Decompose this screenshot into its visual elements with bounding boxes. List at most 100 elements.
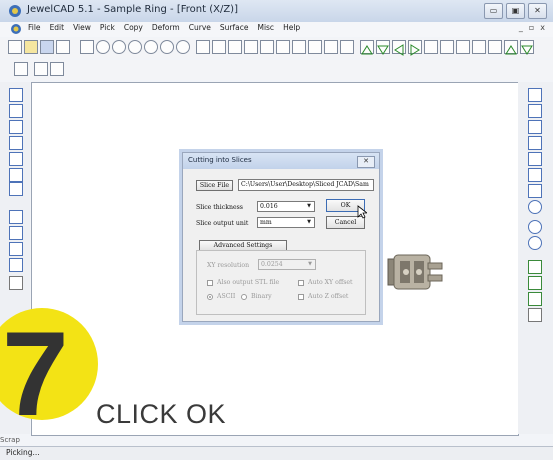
arrow-right-icon[interactable] (408, 40, 422, 56)
disc-tool-icon[interactable] (128, 40, 142, 54)
menu-surface[interactable]: Surface (220, 23, 249, 32)
new-file-icon[interactable] (8, 40, 22, 54)
view-front-icon[interactable] (212, 40, 226, 54)
rotate-down-icon[interactable] (520, 40, 534, 55)
oval-curve-icon[interactable] (528, 236, 542, 250)
menu-copy[interactable]: Copy (124, 23, 143, 32)
circle-curve-icon[interactable] (528, 200, 542, 214)
title-bar: JewelCAD 5.1 - Sample Ring - [Front (X/Z… (0, 0, 553, 23)
menu-bar: File Edit View Pick Copy Deform Curve Su… (0, 22, 553, 37)
arc-tool-icon[interactable] (9, 258, 23, 272)
view-grid-icon[interactable] (340, 40, 354, 54)
grid-surface-icon[interactable] (528, 152, 542, 166)
zoom-in-icon[interactable] (424, 40, 438, 54)
arrow-down-icon[interactable] (376, 40, 390, 55)
rectangle-tool-icon[interactable] (9, 210, 23, 224)
loft-tool-icon[interactable] (528, 104, 542, 118)
zoom-fit-icon[interactable] (456, 40, 470, 54)
mdi-controls: _ ▫ x (519, 23, 545, 32)
revolve-tool-icon[interactable] (528, 136, 542, 150)
menu-view[interactable]: View (73, 23, 91, 32)
menu-deform[interactable]: Deform (152, 23, 180, 32)
slice-thickness-select[interactable]: 0.016 ▼ (257, 201, 315, 212)
pointer-icon[interactable] (14, 62, 28, 76)
sweep-tool-icon[interactable] (528, 120, 542, 134)
help-pointer-icon[interactable] (56, 40, 70, 54)
menu-curve[interactable]: Curve (189, 23, 211, 32)
mdi-restore-button[interactable]: ▫ (529, 23, 534, 32)
scale-tool-icon[interactable] (9, 120, 23, 134)
status-bar: Picking... (0, 446, 553, 460)
undo-icon[interactable] (34, 62, 48, 76)
node-icon[interactable] (528, 276, 542, 290)
slice-file-path-field[interactable]: C:\Users\User\Desktop\Sliced JCAD\Sam (238, 179, 374, 191)
slice-output-unit-value: mm (260, 219, 272, 226)
menu-file[interactable]: File (28, 23, 41, 32)
menu-pick[interactable]: Pick (100, 23, 115, 32)
circle-tool-icon[interactable] (96, 40, 110, 54)
twist-tool-icon[interactable] (9, 168, 23, 182)
main-toolbar (0, 38, 553, 58)
render-icon[interactable] (528, 260, 542, 274)
sphere-tool-icon[interactable] (112, 40, 126, 54)
binary-label: Binary (251, 293, 272, 300)
selection-toolbar (0, 60, 553, 80)
view-back-icon[interactable] (260, 40, 274, 54)
square-tool-icon[interactable] (9, 226, 23, 240)
ring-model (387, 254, 443, 290)
surface-tool-icon[interactable] (528, 88, 542, 102)
ellipse-curve-icon[interactable] (528, 220, 542, 234)
rotate-up-icon[interactable] (504, 40, 518, 55)
open-folder-icon[interactable] (24, 40, 38, 54)
move-tool-icon[interactable] (528, 184, 542, 198)
bend-tool-icon[interactable] (9, 136, 23, 150)
ring-tool-icon[interactable] (144, 40, 158, 54)
view-bottom-icon[interactable] (276, 40, 290, 54)
right-toolbar (518, 82, 553, 434)
triangle-tool-icon[interactable] (9, 242, 23, 256)
gear-icon[interactable] (9, 182, 23, 196)
mirror-tool-icon[interactable] (9, 104, 23, 118)
add-point-icon[interactable] (9, 276, 23, 290)
minimize-button[interactable]: ▭ (484, 3, 503, 19)
snap-icon[interactable] (80, 40, 94, 54)
document-icon (11, 24, 21, 34)
blank-tool-icon[interactable] (528, 308, 542, 322)
mdi-close-button[interactable]: x (540, 23, 545, 32)
window-controls: ▭ ▣ ✕ (484, 3, 547, 19)
slice-output-unit-select[interactable]: mm ▼ (257, 217, 315, 228)
zoom-all-icon[interactable] (488, 40, 502, 54)
close-window-button[interactable]: ✕ (528, 3, 547, 19)
view-single-icon[interactable] (196, 40, 210, 54)
view-perspective-icon[interactable] (292, 40, 306, 54)
corner-icon[interactable] (528, 292, 542, 306)
jewelcad-app-icon (9, 5, 21, 17)
curve-tool-icon[interactable] (9, 88, 23, 102)
line-tool-icon[interactable] (528, 168, 542, 182)
xy-resolution-value: 0.0254 (261, 261, 283, 268)
maximize-button[interactable]: ▣ (506, 3, 525, 19)
view-side-icon[interactable] (228, 40, 242, 54)
arrow-left-icon[interactable] (392, 40, 406, 56)
view-quad-icon[interactable] (324, 40, 338, 54)
slice-output-unit-label: Slice output unit (196, 220, 249, 227)
ascii-label: ASCII (217, 293, 236, 300)
arrow-up-icon[interactable] (360, 40, 374, 55)
zoom-out-icon[interactable] (440, 40, 454, 54)
menu-edit[interactable]: Edit (50, 23, 65, 32)
dialog-close-button[interactable]: ✕ (357, 156, 375, 168)
menu-help[interactable]: Help (283, 23, 300, 32)
mdi-minimize-button[interactable]: _ (519, 23, 523, 32)
torus-tool-icon[interactable] (160, 40, 174, 54)
dialog-title: Cutting into Slices (188, 156, 252, 164)
zoom-window-icon[interactable] (472, 40, 486, 54)
view-top-icon[interactable] (244, 40, 258, 54)
array-tool-icon[interactable] (9, 152, 23, 166)
view-split-icon[interactable] (308, 40, 322, 54)
gem-tool-icon[interactable] (176, 40, 190, 54)
save-icon[interactable] (40, 40, 54, 54)
redo-icon[interactable] (50, 62, 64, 76)
slice-file-button[interactable]: Slice File (196, 180, 233, 191)
chevron-down-icon: ▼ (308, 261, 312, 267)
menu-misc[interactable]: Misc (257, 23, 274, 32)
